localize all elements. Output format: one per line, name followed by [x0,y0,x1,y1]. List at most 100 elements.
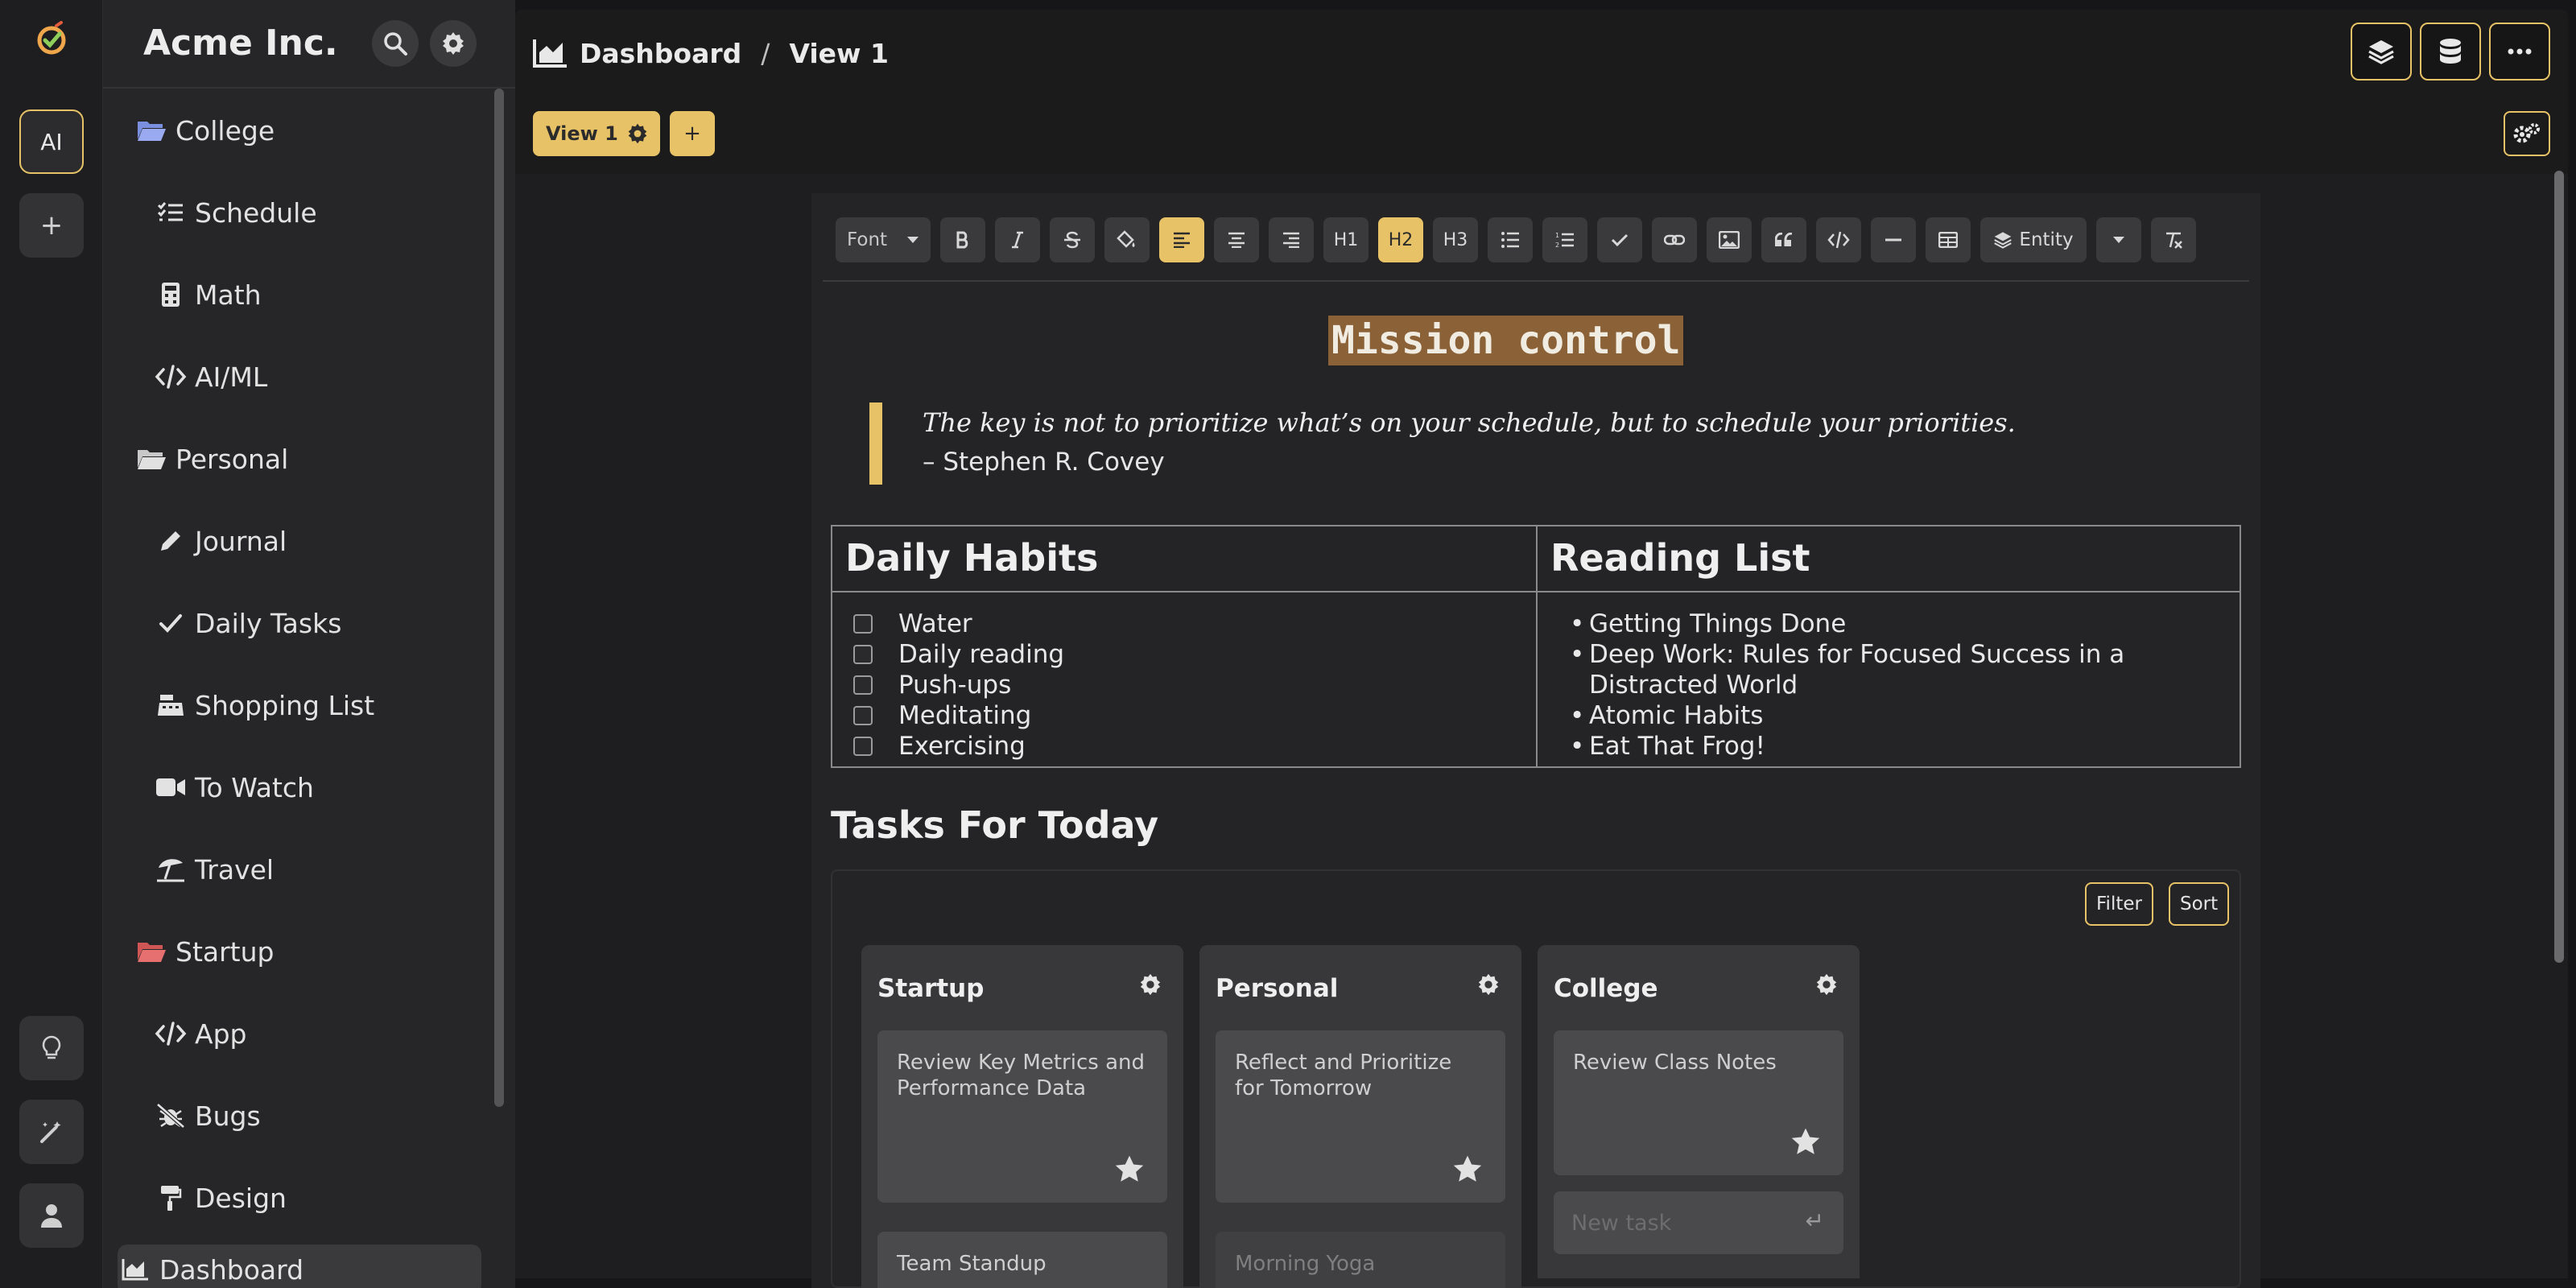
highlight-button[interactable] [1104,217,1150,262]
gear-icon[interactable] [1814,972,1839,997]
blockquote-text[interactable]: The key is not to prioritize what’s on y… [923,407,2016,438]
board-column-startup: Startup Review Key Metrics and Performan… [861,945,1183,1288]
sidebar-item-dashboard[interactable]: Dashboard [118,1245,481,1288]
table-divider [1536,526,1538,766]
task-card[interactable]: Review Class Notes [1554,1030,1843,1175]
gear-icon[interactable] [1138,972,1162,997]
add-view-button[interactable]: + [670,111,715,156]
horizontal-rule-button[interactable] [1871,217,1916,262]
habit-label[interactable]: Water [898,609,972,638]
align-right-icon [1283,232,1299,248]
sidebar-item-college[interactable]: College [134,105,275,155]
sidebar-scrollbar[interactable] [494,89,504,1107]
list-item[interactable]: Atomic Habits [1557,700,2225,731]
sidebar-item-startup[interactable]: Startup [134,927,274,976]
sidebar-item-design[interactable]: Design [153,1173,287,1223]
document-title[interactable]: Mission control [1328,316,1684,365]
quote-button[interactable] [1761,217,1806,262]
tasks-heading[interactable]: Tasks For Today [831,803,1158,847]
lightbulb-icon[interactable] [19,1016,84,1080]
gear-icon [443,32,464,55]
ai-workspace-button[interactable]: AI [19,109,84,174]
list-item[interactable]: Getting Things Done [1557,609,2225,639]
add-workspace-button[interactable]: + [19,193,84,258]
heading-3-button[interactable]: H3 [1433,217,1478,262]
star-icon[interactable] [1790,1127,1821,1156]
align-left-button[interactable] [1159,217,1204,262]
settings-button[interactable] [430,20,477,67]
code-button[interactable] [1816,217,1861,262]
main-scrollbar[interactable] [2554,171,2564,963]
checkbox[interactable] [853,645,873,664]
numbered-list-button[interactable]: 12 [1542,217,1587,262]
bullet-list-button[interactable] [1488,217,1533,262]
checkbox[interactable] [853,706,873,725]
sidebar-item-math[interactable]: Math [153,270,262,320]
sidebar-item-shopping-list[interactable]: Shopping List [153,680,374,730]
layers-icon [2368,40,2394,64]
font-dropdown[interactable]: Font [836,217,931,262]
star-icon[interactable] [1452,1154,1483,1183]
task-card[interactable]: Team Standup [877,1232,1167,1288]
task-card[interactable]: Review Key Metrics and Performance Data [877,1030,1167,1203]
habit-label[interactable]: Exercising [898,732,1026,761]
link-button[interactable] [1652,217,1697,262]
sidebar-item-personal[interactable]: Personal [134,434,288,484]
new-task-input[interactable]: New task ↵ [1554,1191,1843,1254]
sidebar-item-app[interactable]: App [153,1009,246,1059]
habit-label[interactable]: Meditating [898,701,1031,730]
habit-label[interactable]: Daily reading [898,640,1064,669]
magic-wand-icon[interactable] [19,1100,84,1164]
gear-icon[interactable] [626,122,649,145]
checklist-button[interactable] [1597,217,1642,262]
task-card[interactable]: Reflect and Prioritize for Tomorrow [1216,1030,1505,1203]
sidebar-item-to-watch[interactable]: To Watch [153,762,314,812]
checkbox[interactable] [853,737,873,756]
table-header-daily-habits[interactable]: Daily Habits [845,536,1098,580]
paint-roller-icon [153,1183,188,1212]
enter-icon[interactable]: ↵ [1806,1208,1824,1234]
heading-1-button[interactable]: H1 [1323,217,1368,262]
checkbox[interactable] [853,675,873,695]
sort-button[interactable]: Sort [2169,882,2230,926]
italic-button[interactable] [995,217,1040,262]
strikethrough-button[interactable] [1050,217,1095,262]
gear-icon[interactable] [1476,972,1501,997]
sidebar-item-journal[interactable]: Journal [153,516,287,566]
tab-view-1[interactable]: View 1 [533,111,660,156]
search-button[interactable] [372,20,419,67]
image-button[interactable] [1707,217,1752,262]
checkbox[interactable] [853,614,873,634]
layers-button[interactable] [2351,23,2412,80]
app-logo-icon[interactable] [34,21,69,56]
star-icon[interactable] [1114,1154,1145,1183]
heading-2-button[interactable]: H2 [1378,217,1423,262]
list-item[interactable]: Deep Work: Rules for Focused Success in … [1557,639,2225,700]
database-button[interactable] [2420,23,2481,80]
entity-button[interactable]: Entity [1980,217,2087,262]
user-profile-icon[interactable] [19,1183,84,1248]
habit-item: Push-ups [853,670,1011,700]
filter-button[interactable]: Filter [2085,882,2153,926]
align-center-button[interactable] [1214,217,1259,262]
list-item[interactable]: Eat That Frog! [1557,731,2225,762]
main-area: Dashboard / View 1 View 1 + Font H1 H2 H… [515,0,2576,1288]
clear-formatting-button[interactable] [2151,217,2196,262]
align-right-button[interactable] [1269,217,1314,262]
view-settings-button[interactable] [2504,111,2550,156]
sidebar-item-daily-tasks[interactable]: Daily Tasks [153,598,341,648]
sidebar-item-ai-ml[interactable]: AI/ML [153,352,267,402]
layers-icon [1994,232,2013,249]
table-header-reading-list[interactable]: Reading List [1550,536,1810,580]
sidebar-item-travel[interactable]: Travel [153,844,274,894]
more-options-button[interactable] [2489,23,2550,80]
task-card[interactable]: Morning Yoga [1216,1232,1505,1288]
habit-label[interactable]: Push-ups [898,671,1011,700]
blockquote-author[interactable]: – Stephen R. Covey [923,448,1165,477]
bold-button[interactable] [940,217,985,262]
more-tools-dropdown[interactable] [2096,217,2141,262]
sidebar-item-bugs[interactable]: Bugs [153,1091,261,1141]
sidebar-item-schedule[interactable]: Schedule [153,188,317,237]
table-button[interactable] [1926,217,1971,262]
breadcrumb-root[interactable]: Dashboard [580,38,741,69]
